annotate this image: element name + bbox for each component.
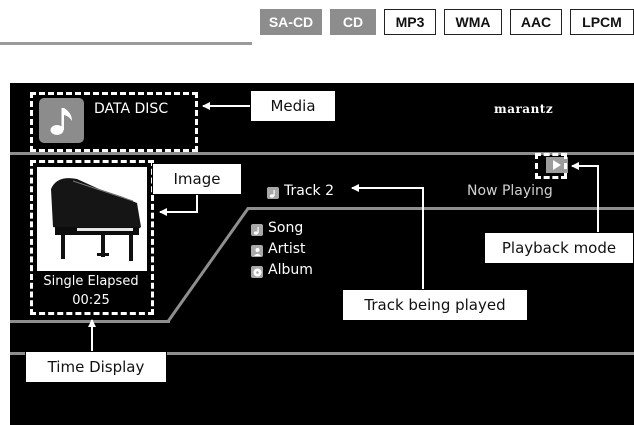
callout-arrows: [88, 102, 599, 351]
image-arrow: [159, 195, 198, 216]
playback-mode-arrow: [571, 162, 599, 232]
track-arrow: [351, 184, 424, 289]
